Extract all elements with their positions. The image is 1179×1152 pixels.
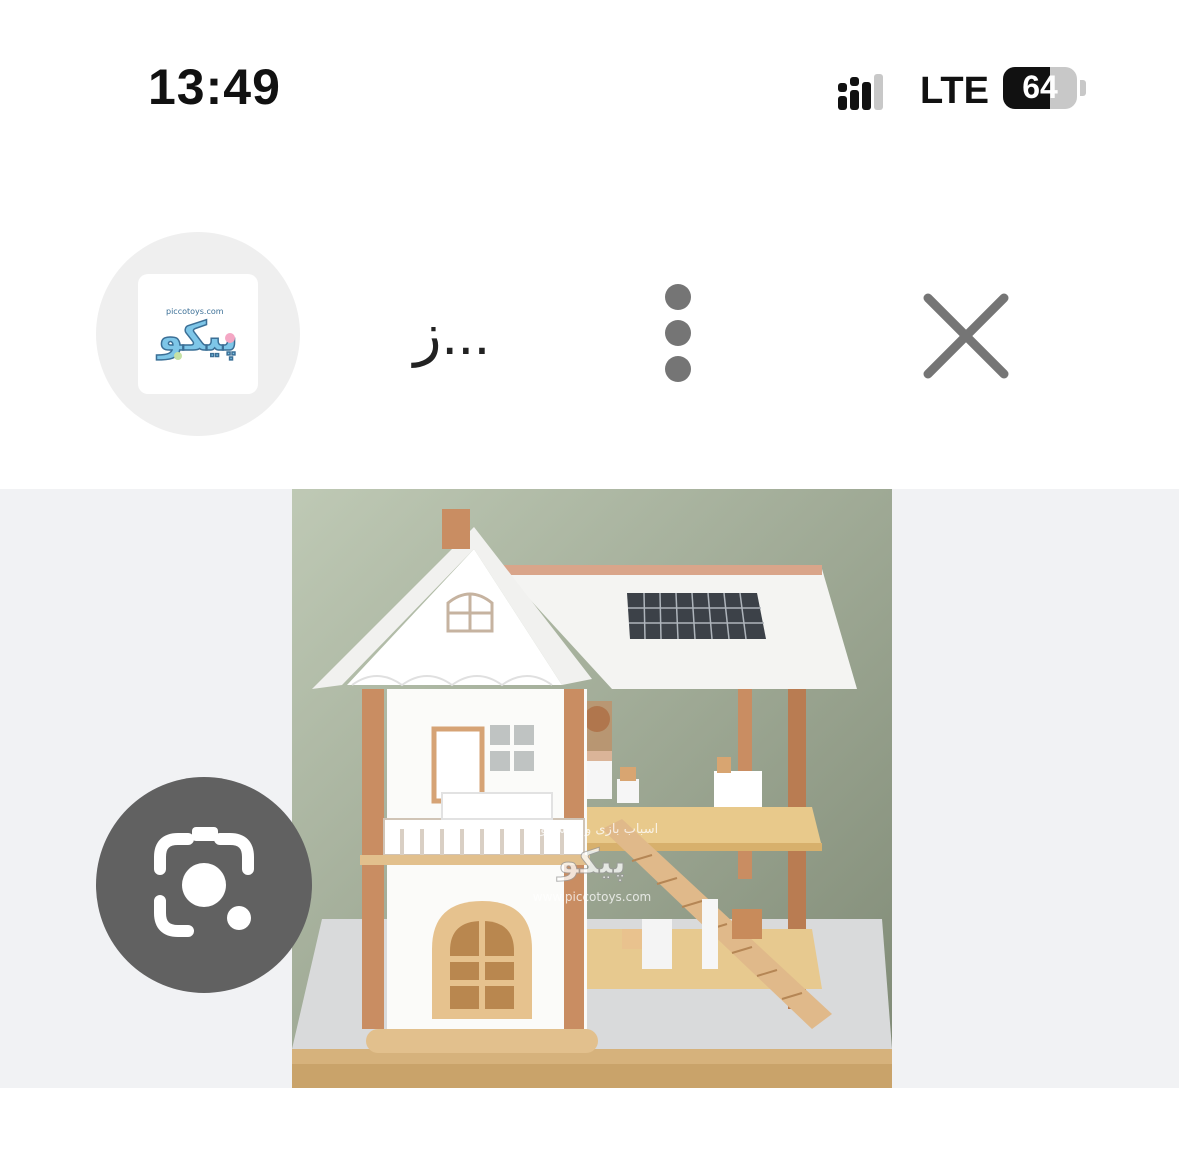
- battery-tip: [1080, 80, 1086, 96]
- close-icon[interactable]: [920, 290, 1012, 382]
- product-image[interactable]: اسباب بازی و سیسمونی پیکو www.piccotoys.…: [292, 489, 892, 1088]
- network-type: LTE: [920, 70, 989, 112]
- watermark-line1: اسباب بازی و سیسمونی: [526, 822, 658, 837]
- site-avatar[interactable]: پیکو piccotoys.com: [96, 232, 300, 436]
- battery-level: 64: [1022, 69, 1058, 105]
- more-vertical-icon[interactable]: [650, 280, 706, 384]
- google-lens-button[interactable]: [96, 777, 312, 993]
- page-title: ...ز: [413, 302, 490, 367]
- logo-subtext: piccotoys.com: [166, 307, 224, 316]
- battery-icon: 64: [1003, 67, 1077, 109]
- watermark-line2: پیکو: [556, 842, 626, 882]
- site-logo: پیکو piccotoys.com: [138, 274, 258, 394]
- google-lens-icon: [154, 827, 254, 937]
- status-time: 13:49: [148, 59, 281, 115]
- watermark-url: www.piccotoys.com: [533, 890, 652, 904]
- signal-icon: [838, 70, 898, 110]
